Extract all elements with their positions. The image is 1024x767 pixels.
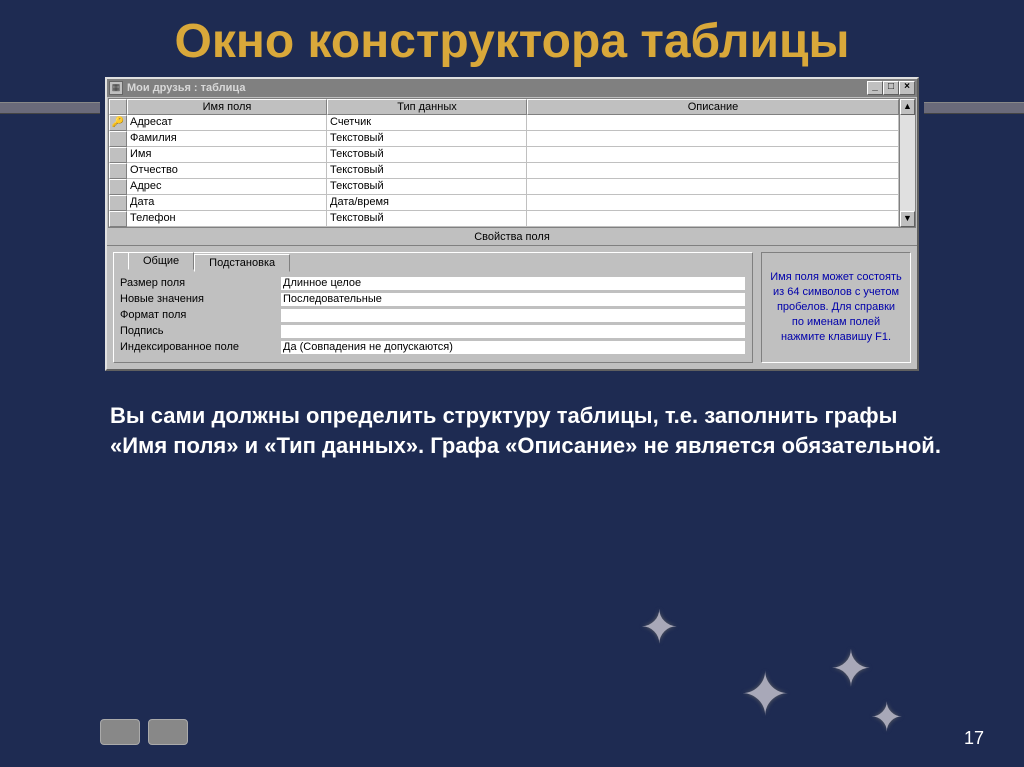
decoration-bar-right — [924, 102, 1024, 114]
field-name-cell[interactable]: Адресат — [127, 115, 327, 131]
field-desc-cell[interactable] — [527, 147, 899, 163]
table-icon: ▦ — [109, 81, 123, 95]
star-icon: ✦ — [640, 600, 679, 654]
field-type-cell[interactable]: Текстовый — [327, 211, 527, 227]
field-desc-cell[interactable] — [527, 131, 899, 147]
prop-value-caption[interactable] — [280, 324, 746, 339]
prop-label-size: Размер поля — [120, 276, 280, 291]
properties-label: Свойства поля — [107, 229, 917, 245]
prop-value-newvals[interactable]: Последовательные — [280, 292, 746, 307]
vertical-scrollbar[interactable]: ▲ ▼ — [899, 99, 915, 227]
field-type-cell[interactable]: Текстовый — [327, 131, 527, 147]
page-number: 17 — [964, 728, 984, 749]
field-desc-cell[interactable] — [527, 211, 899, 227]
row-selector[interactable] — [109, 163, 127, 179]
column-header-desc[interactable]: Описание — [527, 99, 899, 115]
scroll-down-button[interactable]: ▼ — [900, 211, 915, 227]
field-desc-cell[interactable] — [527, 195, 899, 211]
star-icon: ✦ — [830, 640, 872, 698]
tab-lookup[interactable]: Подстановка — [194, 254, 290, 272]
scroll-track[interactable] — [900, 115, 915, 211]
prop-label-caption: Подпись — [120, 324, 280, 339]
field-name-cell[interactable]: Фамилия — [127, 131, 327, 147]
field-desc-cell[interactable] — [527, 163, 899, 179]
field-desc-cell[interactable] — [527, 115, 899, 131]
row-selector[interactable] — [109, 179, 127, 195]
row-selector[interactable]: 🔑▸ — [109, 115, 127, 131]
field-type-cell[interactable]: Дата/время — [327, 195, 527, 211]
field-name-cell[interactable]: Телефон — [127, 211, 327, 227]
prev-slide-button[interactable] — [100, 719, 140, 745]
window-title: Мои друзья : таблица — [127, 82, 867, 94]
slide-caption: Вы сами должны определить структуру табл… — [0, 371, 1024, 460]
maximize-button[interactable]: □ — [883, 81, 899, 95]
row-selector[interactable] — [109, 195, 127, 211]
star-icon: ✦ — [740, 660, 790, 730]
field-type-cell[interactable]: Счетчик — [327, 115, 527, 131]
row-selector[interactable] — [109, 147, 127, 163]
next-slide-button[interactable] — [148, 719, 188, 745]
field-type-cell[interactable]: Текстовый — [327, 163, 527, 179]
table-designer-window: ▦ Мои друзья : таблица _ □ × Имя поля Ти… — [105, 77, 919, 371]
field-grid: Имя поля Тип данных Описание 🔑▸ Адресат … — [108, 98, 916, 228]
field-name-cell[interactable]: Дата — [127, 195, 327, 211]
slide-title: Окно конструктора таблицы — [0, 0, 1024, 77]
column-header-type[interactable]: Тип данных — [327, 99, 527, 115]
prop-label-indexed: Индексированное поле — [120, 340, 280, 355]
tab-general[interactable]: Общие — [128, 252, 194, 270]
star-icon: ✦ — [870, 695, 904, 741]
decoration-bar-left — [0, 102, 100, 114]
titlebar[interactable]: ▦ Мои друзья : таблица _ □ × — [107, 79, 917, 97]
close-button[interactable]: × — [899, 81, 915, 95]
prop-label-format: Формат поля — [120, 308, 280, 323]
scroll-up-button[interactable]: ▲ — [900, 99, 915, 115]
column-header-name[interactable]: Имя поля — [127, 99, 327, 115]
row-selector[interactable] — [109, 131, 127, 147]
prop-value-size[interactable]: Длинное целое — [280, 276, 746, 291]
prop-label-newvals: Новые значения — [120, 292, 280, 307]
field-name-cell[interactable]: Адрес — [127, 179, 327, 195]
field-type-cell[interactable]: Текстовый — [327, 147, 527, 163]
selector-header[interactable] — [109, 99, 127, 115]
help-text: Имя поля может состоять из 64 символов с… — [770, 270, 902, 344]
prop-value-format[interactable] — [280, 308, 746, 323]
field-desc-cell[interactable] — [527, 179, 899, 195]
row-selector[interactable] — [109, 211, 127, 227]
field-type-cell[interactable]: Текстовый — [327, 179, 527, 195]
field-name-cell[interactable]: Отчество — [127, 163, 327, 179]
properties-panel: Общие Подстановка Размер поля Длинное це… — [113, 252, 753, 363]
help-panel: Имя поля может состоять из 64 символов с… — [761, 252, 911, 363]
field-name-cell[interactable]: Имя — [127, 147, 327, 163]
prop-value-indexed[interactable]: Да (Совпадения не допускаются) — [280, 340, 746, 355]
minimize-button[interactable]: _ — [867, 81, 883, 95]
